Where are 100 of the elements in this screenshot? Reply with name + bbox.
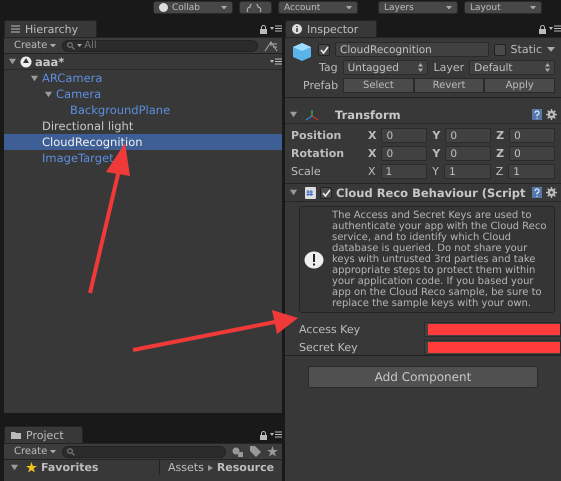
updown-icon [418,63,424,72]
number-field[interactable]: 1 [508,164,555,179]
transform-label: Rotation [291,147,346,160]
component-title: Transform [335,108,402,122]
lock-icon [260,431,267,440]
axis-label: X [368,165,376,178]
enabled-checkbox[interactable] [320,186,332,198]
panel-menu-icon [270,58,282,65]
axis-label: Y [432,165,439,178]
field-label: Secret Key [299,341,359,354]
panel-menu-icon [270,431,282,438]
static-checkbox[interactable] [494,44,506,56]
cube-icon [291,40,313,62]
warning-icon [304,250,324,268]
axis-icon [305,108,319,120]
number-field[interactable]: 0 [509,128,556,143]
number-field[interactable]: 1 [444,164,491,179]
create-menu[interactable]: Create [14,40,56,51]
search-icon [67,42,76,50]
favorites-label: Favorites [41,461,98,474]
hierarchy-item[interactable]: Directional light [4,118,282,134]
toolbar-button[interactable]: Layout [464,1,542,14]
hierarchy-item[interactable]: ImageTarget [4,150,282,166]
info-icon [292,24,302,34]
tag-label: Tag [319,61,338,74]
number-field[interactable]: 0 [445,128,492,143]
type-filter-icon [232,446,244,456]
star-icon [26,462,37,473]
hierarchy-item[interactable]: BackgroundPlane [4,102,282,118]
hierarchy-item[interactable]: ARCamera [4,70,282,86]
tag-dropdown[interactable]: Untagged [342,60,428,75]
hierarchy-item[interactable]: CloudRecognition [4,134,282,150]
prefab-button[interactable]: Revert [414,78,484,93]
number-field[interactable]: 0 [381,146,428,161]
expand-arrow-icon[interactable] [30,74,39,82]
create-menu[interactable]: Create [14,446,56,457]
number-field[interactable]: 0 [509,146,556,161]
active-checkbox[interactable] [318,44,330,56]
toolbar-button[interactable]: Layers [378,1,458,14]
key-field[interactable] [424,340,561,355]
caret-icon [547,47,555,52]
caret-icon [50,44,56,48]
breadcrumb-item[interactable]: Resource [216,461,274,474]
hierarchy-item[interactable]: Camera [4,86,282,102]
list-icon [11,25,20,33]
expand-arrow-icon[interactable] [44,90,53,98]
toolbar-button[interactable]: Collab [153,1,233,14]
transform-label: Scale [291,165,322,178]
number-field[interactable]: 0 [445,146,492,161]
prefab-label: Prefab [303,79,338,92]
expand-arrow-icon[interactable] [8,57,17,66]
expand-arrow-icon[interactable] [10,463,19,472]
layer-label: Layer [433,61,464,74]
prefab-button[interactable]: Apply [484,78,556,93]
inspector-tab[interactable]: Inspector [285,20,378,37]
caret-icon [530,6,536,10]
project-tab[interactable]: Project [4,426,83,443]
search-icon [67,448,76,456]
star-icon [267,446,278,457]
expand-arrow-icon[interactable] [289,188,298,197]
transform-label: Position [291,129,342,142]
cloud-icon [245,4,263,12]
gear-icon [546,187,557,198]
help-icon [532,187,542,198]
static-label: Static [510,43,542,56]
key-field[interactable] [424,322,561,337]
panel-menu-icon [270,25,282,32]
breadcrumb-item[interactable]: Assets [168,461,204,474]
hierarchy-tab[interactable]: Hierarchy [4,20,98,37]
axis-label: Z [496,147,504,160]
expand-arrow-icon[interactable] [289,110,298,119]
caret-icon [221,6,227,10]
panel-menu-icon [549,25,561,32]
axis-label: X [368,129,376,142]
field-label: Access Key [299,323,362,336]
updown-icon [545,63,550,72]
lock-icon [539,25,546,34]
number-field[interactable]: 1 [380,164,428,179]
caret-icon [77,44,82,47]
prefab-button[interactable]: Select [343,78,414,93]
search-field[interactable]: All [62,40,258,52]
axis-label: Z [496,165,504,178]
toolbar-button[interactable]: Account [278,1,358,14]
help-text: The Access and Secret Keys are used to authenticate your app with the Cloud Reco service, and to identify which Cloud database is queried. Do not share your keys with untrusted 3rd parties and take appropriate steps to protect them within your application code. If you based your app on the Cloud Reco sample, be sure to replace the sample keys with your own. [332,210,548,309]
hierarchy-filter-icon [264,40,278,52]
script-icon [305,186,316,198]
cloud-button[interactable] [239,1,272,14]
help-icon [532,109,542,120]
add-component-button[interactable]: Add Component [308,366,538,388]
caret-icon [50,450,56,454]
axis-label: Y [432,147,440,160]
object-name-field[interactable]: CloudRecognition [335,42,489,57]
axis-label: X [368,147,376,160]
search-field[interactable] [62,446,226,458]
folder-icon [11,431,21,439]
layer-dropdown[interactable]: Default [469,60,556,75]
number-field[interactable]: 0 [381,128,428,143]
axis-label: Z [496,129,504,142]
caret-icon [346,6,352,10]
scene-header[interactable]: aaa* [4,54,282,70]
